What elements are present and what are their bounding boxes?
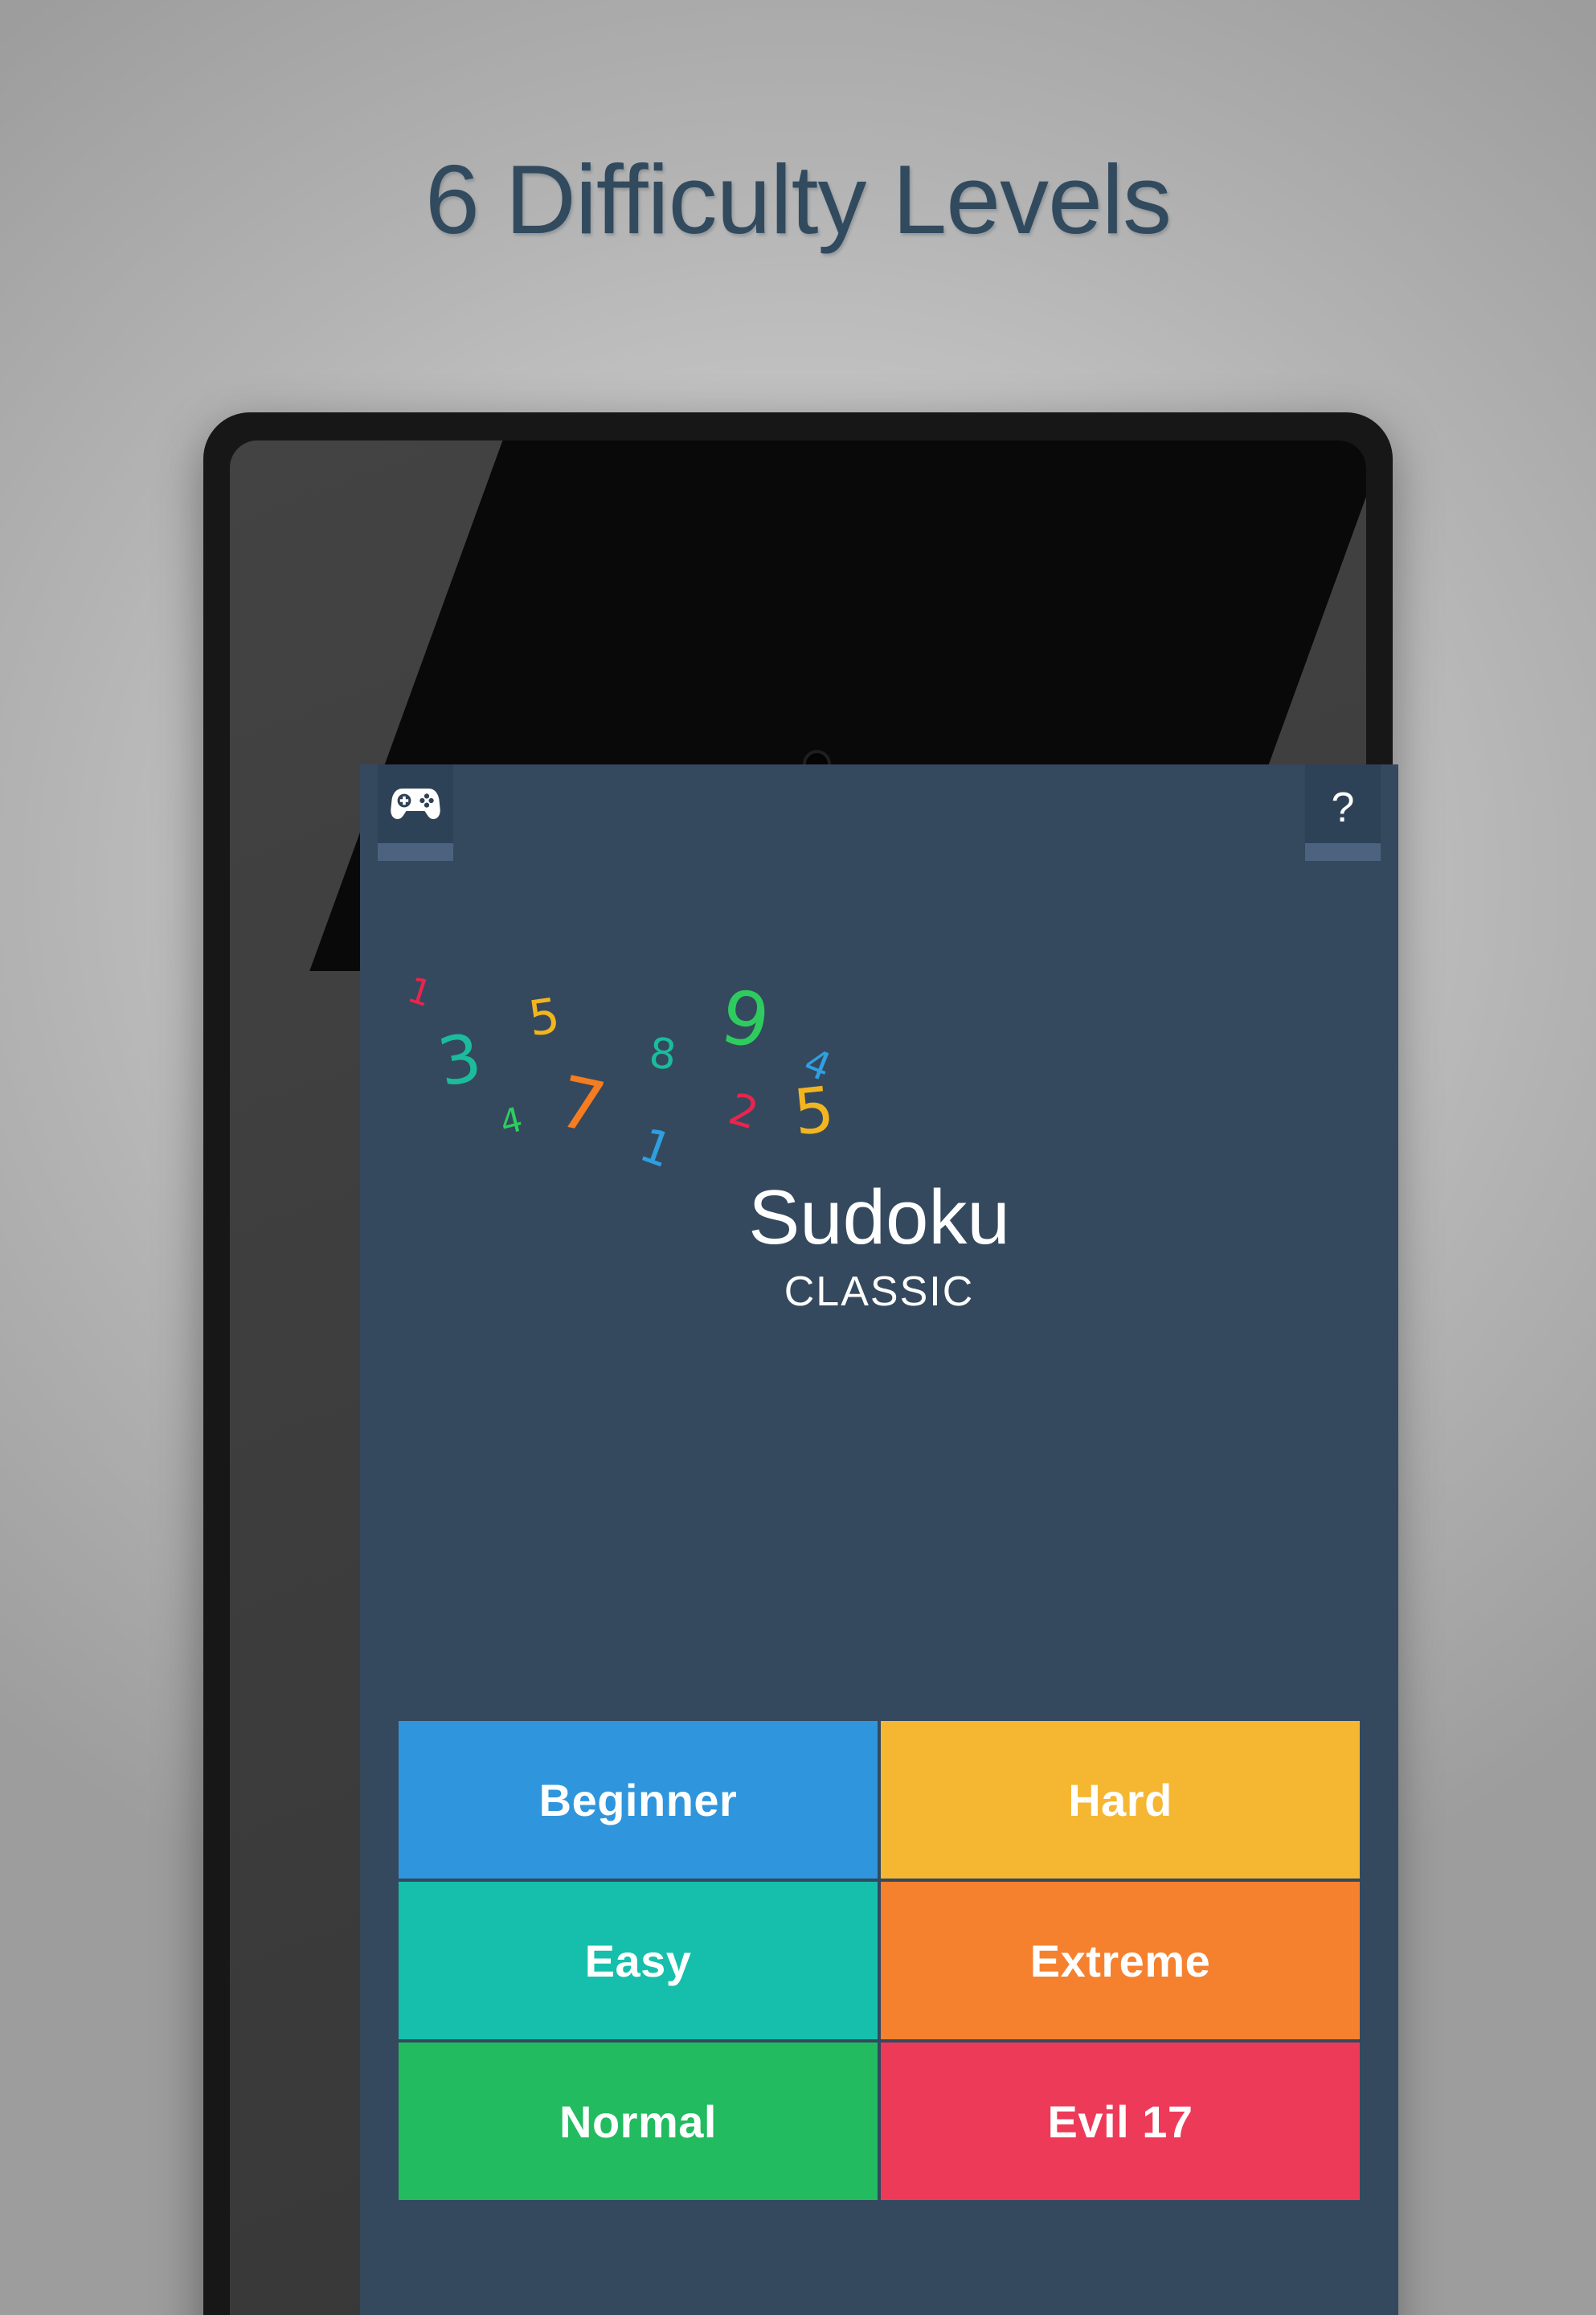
promo-screenshot: 6 Difficulty Levels ? 1 5 3 9 8 4 4 7 2 … <box>0 0 1596 2315</box>
difficulty-label: Beginner <box>538 1774 738 1825</box>
doodle-number: 2 <box>723 1083 764 1140</box>
difficulty-label: Normal <box>559 2096 717 2147</box>
doodle-number: 4 <box>496 1099 527 1143</box>
help-button[interactable]: ? <box>1305 764 1381 861</box>
app-bar: ? <box>360 764 1398 861</box>
active-underline <box>1305 843 1381 861</box>
difficulty-button-easy[interactable]: Easy <box>399 1882 878 2039</box>
difficulty-label: Easy <box>584 1935 692 1986</box>
difficulty-grid: Beginner Hard Easy Extreme Normal Evil 17 <box>399 1721 1360 2200</box>
brand-subtitle: CLASSIC <box>784 1268 975 1315</box>
doodle-number: 8 <box>646 1029 679 1080</box>
difficulty-button-extreme[interactable]: Extreme <box>881 1882 1360 2039</box>
difficulty-button-beginner[interactable]: Beginner <box>399 1721 878 1879</box>
active-underline <box>378 843 453 861</box>
difficulty-button-evil-17[interactable]: Evil 17 <box>881 2043 1360 2200</box>
difficulty-label: Hard <box>1068 1774 1172 1825</box>
doodle-number: 1 <box>632 1117 680 1179</box>
question-mark-icon: ? <box>1331 785 1355 831</box>
difficulty-label: Extreme <box>1029 1935 1211 1986</box>
doodle-number: 3 <box>432 1019 487 1102</box>
difficulty-label: Evil 17 <box>1047 2096 1193 2147</box>
gamepad-icon <box>378 785 453 826</box>
doodle-number: 7 <box>551 1059 613 1150</box>
play-games-button[interactable] <box>378 764 453 861</box>
logo-area: 15398447251 Sudoku CLASSIC <box>360 909 1398 1315</box>
page-title: 6 Difficulty Levels <box>424 145 1172 254</box>
doodle-number: 1 <box>402 969 437 1016</box>
device-frame: ? 15398447251 Sudoku CLASSIC Beginner Har… <box>203 412 1398 2315</box>
brand-title: Sudoku <box>748 1174 1010 1260</box>
doodle-number: 5 <box>525 987 563 1048</box>
doodle-number: 5 <box>790 1073 838 1150</box>
app-screen: ? 15398447251 Sudoku CLASSIC Beginner Har… <box>360 764 1398 2315</box>
difficulty-button-normal[interactable]: Normal <box>399 2043 878 2200</box>
difficulty-button-hard[interactable]: Hard <box>881 1721 1360 1879</box>
doodle-number: 9 <box>714 973 776 1067</box>
